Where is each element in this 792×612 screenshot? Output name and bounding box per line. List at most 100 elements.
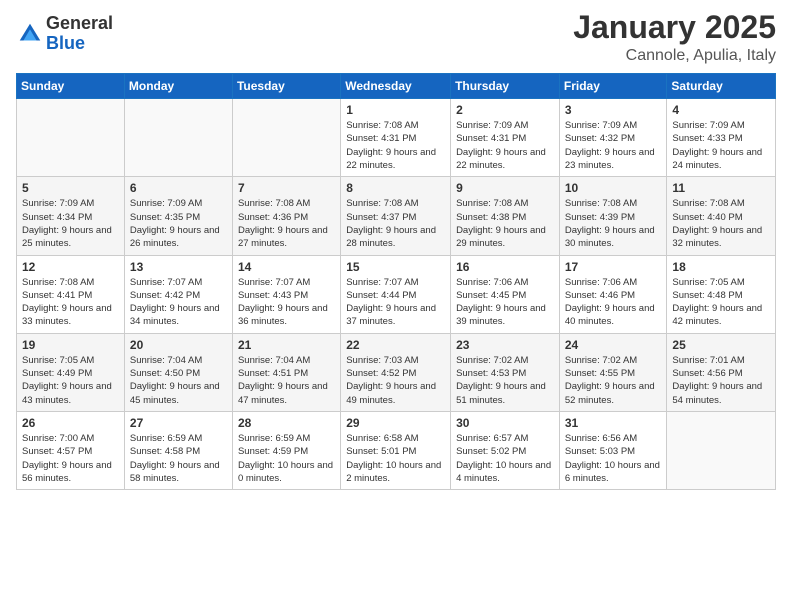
day-number: 25 [672,338,770,352]
calendar-cell: 27 Sunrise: 6:59 AM Sunset: 4:58 PM Dayli… [124,411,232,489]
logo-general: General [46,14,113,34]
day-info: Sunrise: 7:07 AM Sunset: 4:42 PM Dayligh… [130,276,227,329]
day-info: Sunrise: 7:08 AM Sunset: 4:37 PM Dayligh… [346,197,445,250]
calendar-cell: 26 Sunrise: 7:00 AM Sunset: 4:57 PM Dayli… [17,411,125,489]
day-number: 15 [346,260,445,274]
calendar-cell: 17 Sunrise: 7:06 AM Sunset: 4:46 PM Dayli… [559,255,667,333]
page: General Blue January 2025 Cannole, Apuli… [0,0,792,612]
weekday-header: Thursday [451,74,560,99]
calendar-cell: 3Sunrise: 7:09 AM Sunset: 4:32 PM Daylig… [559,99,667,177]
calendar-cell: 5Sunrise: 7:09 AM Sunset: 4:34 PM Daylig… [17,177,125,255]
day-info: Sunrise: 7:09 AM Sunset: 4:31 PM Dayligh… [456,119,554,172]
calendar-cell: 23 Sunrise: 7:02 AM Sunset: 4:53 PM Dayli… [451,333,560,411]
calendar-week-row: 26 Sunrise: 7:00 AM Sunset: 4:57 PM Dayli… [17,411,776,489]
day-info: Sunrise: 7:07 AM Sunset: 4:44 PM Dayligh… [346,276,445,329]
day-info: Sunrise: 7:09 AM Sunset: 4:35 PM Dayligh… [130,197,227,250]
calendar-week-row: 1 Sunrise: 7:08 AM Sunset: 4:31 PM Daylig… [17,99,776,177]
day-number: 10 [565,181,662,195]
calendar-week-row: 19 Sunrise: 7:05 AM Sunset: 4:49 PM Dayli… [17,333,776,411]
day-info: Sunrise: 7:02 AM Sunset: 4:53 PM Dayligh… [456,354,554,407]
calendar-cell: 25 Sunrise: 7:01 AM Sunset: 4:56 PM Dayli… [667,333,776,411]
calendar-cell: 10 Sunrise: 7:08 AM Sunset: 4:39 PM Dayli… [559,177,667,255]
day-number: 26 [22,416,119,430]
calendar-cell [667,411,776,489]
day-info: Sunrise: 7:07 AM Sunset: 4:43 PM Dayligh… [238,276,335,329]
day-number: 30 [456,416,554,430]
day-number: 22 [346,338,445,352]
title-block: January 2025 Cannole, Apulia, Italy [573,10,776,65]
header: General Blue January 2025 Cannole, Apuli… [16,10,776,65]
weekday-header: Friday [559,74,667,99]
day-info: Sunrise: 7:08 AM Sunset: 4:31 PM Dayligh… [346,119,445,172]
weekday-header-row: SundayMondayTuesdayWednesdayThursdayFrid… [17,74,776,99]
day-info: Sunrise: 7:05 AM Sunset: 4:48 PM Dayligh… [672,276,770,329]
calendar-cell: 9 Sunrise: 7:08 AM Sunset: 4:38 PM Daylig… [451,177,560,255]
calendar-cell: 24 Sunrise: 7:02 AM Sunset: 4:55 PM Dayli… [559,333,667,411]
day-info: Sunrise: 7:05 AM Sunset: 4:49 PM Dayligh… [22,354,119,407]
weekday-header: Saturday [667,74,776,99]
day-number: 12 [22,260,119,274]
logo-blue: Blue [46,34,113,54]
calendar: SundayMondayTuesdayWednesdayThursdayFrid… [16,73,776,490]
calendar-cell: 8 Sunrise: 7:08 AM Sunset: 4:37 PM Daylig… [341,177,451,255]
day-number: 21 [238,338,335,352]
day-number: 27 [130,416,227,430]
day-number: 23 [456,338,554,352]
day-number: 3 [565,103,662,117]
day-info: Sunrise: 7:08 AM Sunset: 4:38 PM Dayligh… [456,197,554,250]
calendar-cell: 30 Sunrise: 6:57 AM Sunset: 5:02 PM Dayli… [451,411,560,489]
logo: General Blue [16,14,113,54]
logo-icon [16,20,44,48]
day-number: 11 [672,181,770,195]
day-number: 1 [346,103,445,117]
calendar-cell [124,99,232,177]
day-info: Sunrise: 7:02 AM Sunset: 4:55 PM Dayligh… [565,354,662,407]
day-info: Sunrise: 7:00 AM Sunset: 4:57 PM Dayligh… [22,432,119,485]
calendar-cell: 14 Sunrise: 7:07 AM Sunset: 4:43 PM Dayli… [232,255,340,333]
day-info: Sunrise: 6:59 AM Sunset: 4:58 PM Dayligh… [130,432,227,485]
day-info: Sunrise: 7:09 AM Sunset: 4:33 PM Dayligh… [672,119,770,172]
calendar-cell [232,99,340,177]
calendar-cell: 19 Sunrise: 7:05 AM Sunset: 4:49 PM Dayli… [17,333,125,411]
calendar-cell: 13 Sunrise: 7:07 AM Sunset: 4:42 PM Dayli… [124,255,232,333]
day-info: Sunrise: 7:08 AM Sunset: 4:40 PM Dayligh… [672,197,770,250]
day-info: Sunrise: 7:04 AM Sunset: 4:51 PM Dayligh… [238,354,335,407]
calendar-cell: 12 Sunrise: 7:08 AM Sunset: 4:41 PM Dayli… [17,255,125,333]
day-info: Sunrise: 7:08 AM Sunset: 4:39 PM Dayligh… [565,197,662,250]
day-number: 6 [130,181,227,195]
day-number: 17 [565,260,662,274]
day-number: 24 [565,338,662,352]
day-info: Sunrise: 7:03 AM Sunset: 4:52 PM Dayligh… [346,354,445,407]
day-number: 8 [346,181,445,195]
weekday-header: Wednesday [341,74,451,99]
day-number: 28 [238,416,335,430]
calendar-week-row: 5Sunrise: 7:09 AM Sunset: 4:34 PM Daylig… [17,177,776,255]
calendar-cell: 11 Sunrise: 7:08 AM Sunset: 4:40 PM Dayli… [667,177,776,255]
calendar-cell: 1 Sunrise: 7:08 AM Sunset: 4:31 PM Daylig… [341,99,451,177]
calendar-cell [17,99,125,177]
day-info: Sunrise: 6:57 AM Sunset: 5:02 PM Dayligh… [456,432,554,485]
day-info: Sunrise: 7:04 AM Sunset: 4:50 PM Dayligh… [130,354,227,407]
day-number: 4 [672,103,770,117]
calendar-cell: 6 Sunrise: 7:09 AM Sunset: 4:35 PM Daylig… [124,177,232,255]
calendar-cell: 7Sunrise: 7:08 AM Sunset: 4:36 PM Daylig… [232,177,340,255]
day-info: Sunrise: 7:08 AM Sunset: 4:41 PM Dayligh… [22,276,119,329]
weekday-header: Sunday [17,74,125,99]
day-number: 9 [456,181,554,195]
calendar-cell: 28 Sunrise: 6:59 AM Sunset: 4:59 PM Dayli… [232,411,340,489]
calendar-cell: 21 Sunrise: 7:04 AM Sunset: 4:51 PM Dayli… [232,333,340,411]
day-info: Sunrise: 7:09 AM Sunset: 4:34 PM Dayligh… [22,197,119,250]
day-number: 13 [130,260,227,274]
day-info: Sunrise: 7:08 AM Sunset: 4:36 PM Dayligh… [238,197,335,250]
day-info: Sunrise: 7:06 AM Sunset: 4:45 PM Dayligh… [456,276,554,329]
calendar-week-row: 12 Sunrise: 7:08 AM Sunset: 4:41 PM Dayli… [17,255,776,333]
day-number: 19 [22,338,119,352]
day-info: Sunrise: 6:59 AM Sunset: 4:59 PM Dayligh… [238,432,335,485]
day-number: 20 [130,338,227,352]
day-number: 14 [238,260,335,274]
day-info: Sunrise: 6:58 AM Sunset: 5:01 PM Dayligh… [346,432,445,485]
day-info: Sunrise: 7:06 AM Sunset: 4:46 PM Dayligh… [565,276,662,329]
day-info: Sunrise: 6:56 AM Sunset: 5:03 PM Dayligh… [565,432,662,485]
day-info: Sunrise: 7:01 AM Sunset: 4:56 PM Dayligh… [672,354,770,407]
calendar-cell: 16Sunrise: 7:06 AM Sunset: 4:45 PM Dayli… [451,255,560,333]
